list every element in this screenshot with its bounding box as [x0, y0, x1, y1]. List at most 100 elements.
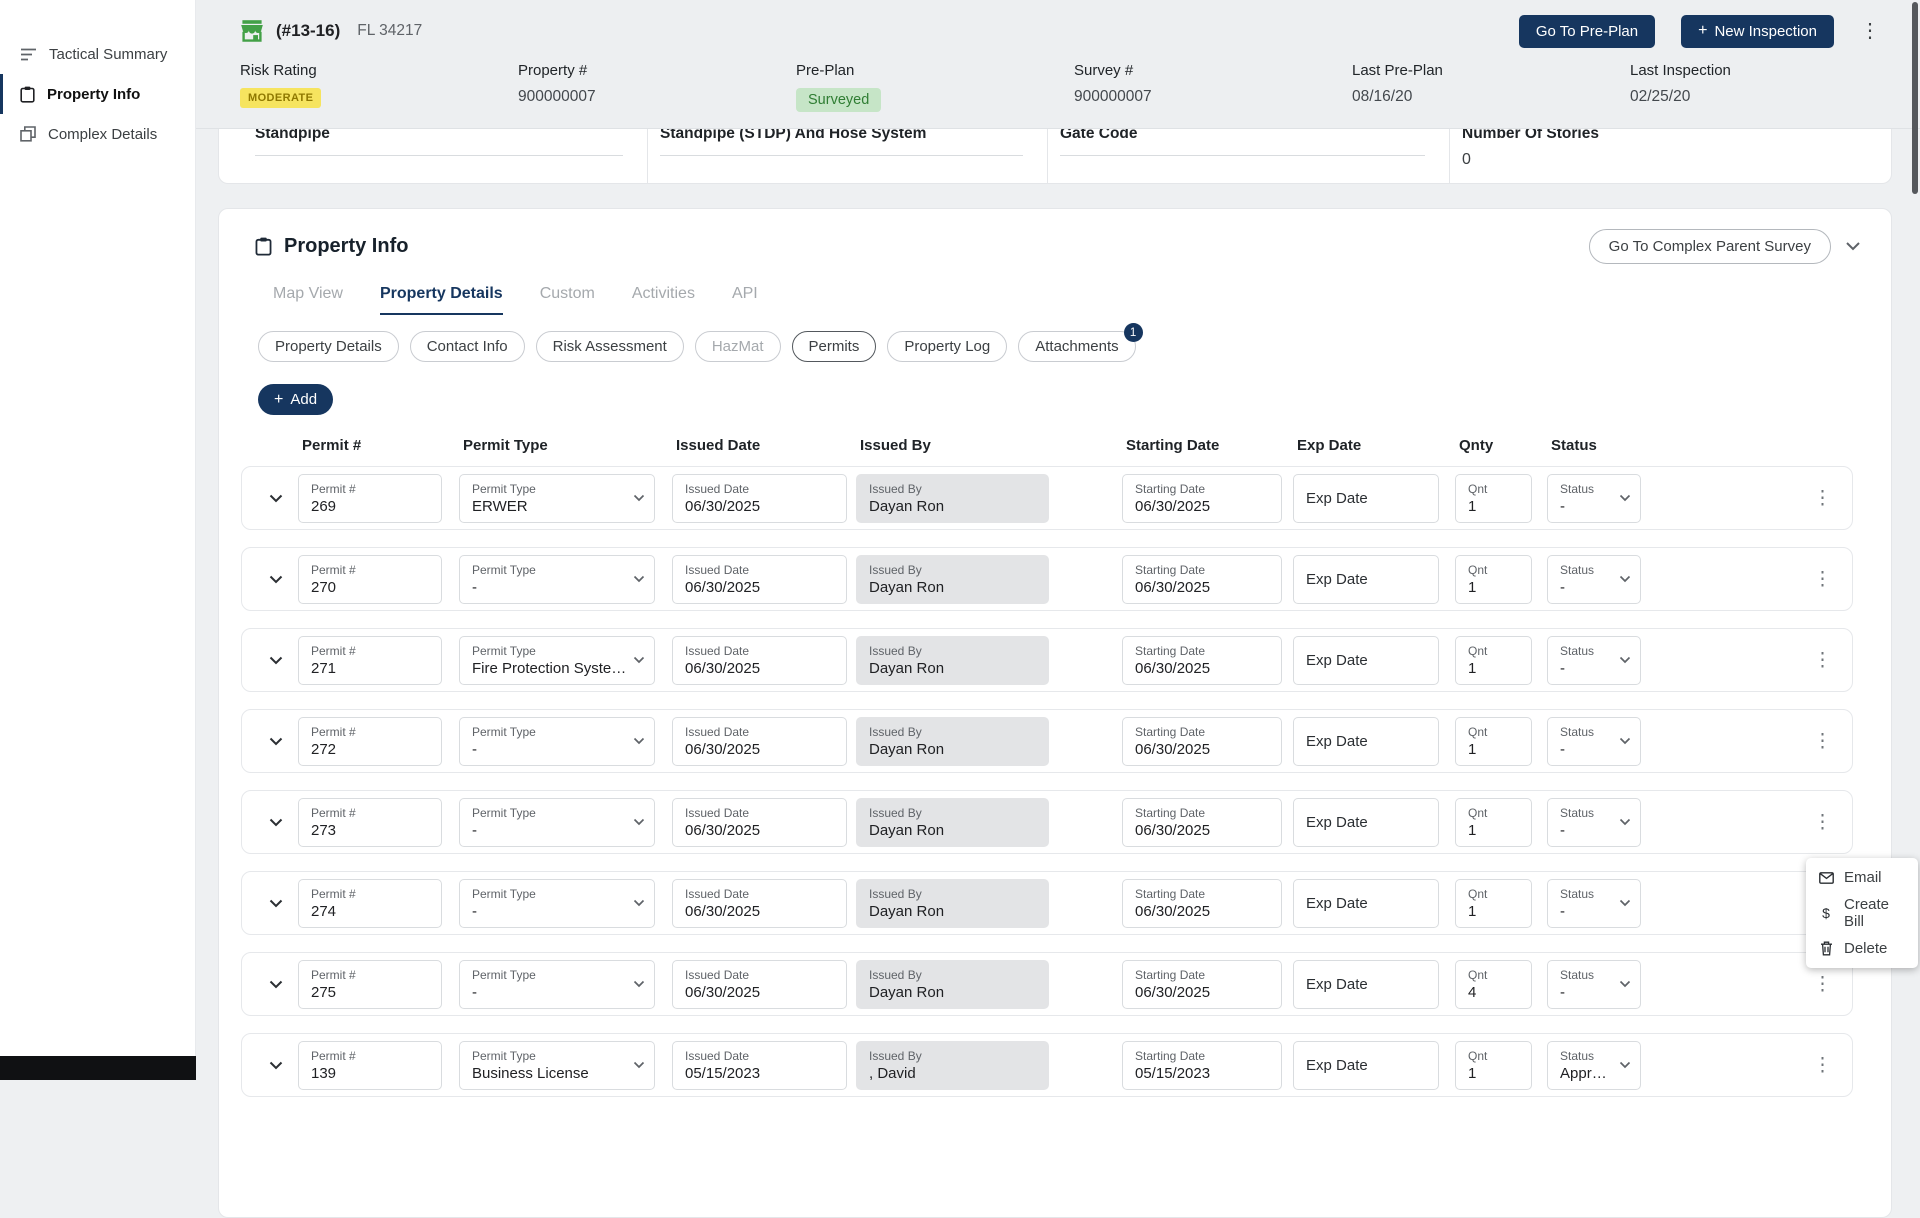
qnt-field[interactable]: Qnt 1 [1455, 878, 1532, 928]
row-menu-button[interactable]: ⋮ [1813, 975, 1832, 994]
go-to-preplan-button[interactable]: Go To Pre-Plan [1518, 14, 1656, 48]
tab[interactable]: Activities [632, 285, 695, 315]
status-select[interactable]: Status - [1547, 473, 1641, 523]
scrollbar-thumb[interactable] [1912, 2, 1918, 194]
permit-number-field[interactable]: Permit # 270 [298, 554, 442, 604]
qnt-field[interactable]: Qnt 1 [1455, 635, 1532, 685]
context-menu-item-email[interactable]: Email [1806, 864, 1918, 891]
issued-date-field[interactable]: Issued Date 06/30/2025 [672, 716, 847, 766]
permit-number-field[interactable]: Permit # 275 [298, 959, 442, 1009]
sidebar-item-complex-details[interactable]: Complex Details [0, 114, 195, 154]
starting-date-field[interactable]: Starting Date 06/30/2025 [1122, 716, 1282, 766]
permit-type-select[interactable]: Permit Type Fire Protection Systems P... [459, 635, 655, 685]
qnt-field[interactable]: Qnt 1 [1455, 797, 1532, 847]
permit-type-select[interactable]: Permit Type ERWER [459, 473, 655, 523]
starting-date-field[interactable]: Starting Date 06/30/2025 [1122, 473, 1282, 523]
status-select[interactable]: Status - [1547, 554, 1641, 604]
subtab-chip[interactable]: Property Log [887, 331, 1008, 362]
header-field-label: Last Inspection [1630, 62, 1731, 79]
status-select[interactable]: Status - [1547, 878, 1641, 928]
row-expand-button[interactable] [264, 486, 288, 510]
context-menu-item-delete[interactable]: Delete [1806, 935, 1918, 962]
issued-date-field[interactable]: Issued Date 06/30/2025 [672, 554, 847, 604]
issued-date-field[interactable]: Issued Date 06/30/2025 [672, 959, 847, 1009]
row-expand-button[interactable] [264, 891, 288, 915]
subtab-chip[interactable]: Contact Info [409, 331, 525, 362]
exp-date-field[interactable]: Exp Date [1293, 473, 1439, 523]
starting-date-field[interactable]: Starting Date 06/30/2025 [1122, 635, 1282, 685]
status-select[interactable]: Status - [1547, 797, 1641, 847]
permit-type-select[interactable]: Permit Type - [459, 716, 655, 766]
tab[interactable]: API [732, 285, 758, 315]
context-menu-item-create-bill[interactable]: $ Create Bill [1806, 891, 1918, 935]
tab[interactable]: Property Details [379, 285, 503, 315]
permit-type-select[interactable]: Permit Type - [459, 959, 655, 1009]
status-select[interactable]: Status - [1547, 716, 1641, 766]
qnt-field[interactable]: Qnt 4 [1455, 959, 1532, 1009]
status-select[interactable]: Status - [1547, 959, 1641, 1009]
permit-number-field[interactable]: Permit # 273 [298, 797, 442, 847]
exp-date-field[interactable]: Exp Date [1293, 635, 1439, 685]
sidebar-item-tactical-summary[interactable]: Tactical Summary [0, 34, 195, 74]
permit-type-select[interactable]: Permit Type - [459, 554, 655, 604]
permit-number-field[interactable]: Permit # 272 [298, 716, 442, 766]
permit-type-select[interactable]: Permit Type - [459, 878, 655, 928]
row-menu-button[interactable]: ⋮ [1813, 651, 1832, 670]
subtab-chip[interactable]: Risk Assessment [535, 331, 684, 362]
row-expand-button[interactable] [264, 972, 288, 996]
exp-date-field[interactable]: Exp Date [1293, 1040, 1439, 1090]
subtab-chip[interactable]: Attachments 1 [1018, 323, 1143, 362]
permit-row: Permit # 270 Permit Type - Issued Date 0… [241, 547, 1853, 611]
starting-date-field[interactable]: Starting Date 06/30/2025 [1122, 797, 1282, 847]
go-to-complex-parent-survey-button[interactable]: Go To Complex Parent Survey [1588, 228, 1831, 264]
subtab-chip[interactable]: Property Details [258, 331, 399, 362]
row-expand-button[interactable] [264, 648, 288, 672]
subtab-chip[interactable]: Permits [791, 331, 877, 362]
status-select[interactable]: Status Approved [1547, 1040, 1641, 1090]
qnt-field[interactable]: Qnt 1 [1455, 554, 1532, 604]
add-permit-button[interactable]: + Add [258, 384, 334, 415]
sidebar-item-label: Tactical Summary [49, 45, 168, 63]
row-menu-button[interactable]: ⋮ [1813, 570, 1832, 589]
issued-date-field[interactable]: Issued Date 06/30/2025 [672, 473, 847, 523]
row-expand-button[interactable] [264, 567, 288, 591]
starting-date-field[interactable]: Starting Date 06/30/2025 [1122, 878, 1282, 928]
starting-date-field[interactable]: Starting Date 05/15/2023 [1122, 1040, 1282, 1090]
row-expand-button[interactable] [264, 810, 288, 834]
tab[interactable]: Custom [540, 285, 595, 315]
exp-date-field[interactable]: Exp Date [1293, 554, 1439, 604]
tab[interactable]: Map View [273, 285, 343, 315]
permit-type-select[interactable]: Permit Type - [459, 797, 655, 847]
row-menu-button[interactable]: ⋮ [1813, 732, 1832, 751]
qnt-field[interactable]: Qnt 1 [1455, 1040, 1532, 1090]
row-expand-button[interactable] [264, 1053, 288, 1077]
starting-date-field[interactable]: Starting Date 06/30/2025 [1122, 959, 1282, 1009]
permit-number-field[interactable]: Permit # 139 [298, 1040, 442, 1090]
qnt-field[interactable]: Qnt 1 [1455, 473, 1532, 523]
row-expand-button[interactable] [264, 729, 288, 753]
subtab-chip[interactable]: HazMat [694, 331, 781, 362]
permit-number-field[interactable]: Permit # 271 [298, 635, 442, 685]
issued-date-field[interactable]: Issued Date 06/30/2025 [672, 635, 847, 685]
collapse-card-button[interactable] [1845, 241, 1861, 251]
sidebar-item-property-info[interactable]: Property Info [0, 74, 195, 114]
row-menu-button[interactable]: ⋮ [1813, 1056, 1832, 1075]
permit-number-field[interactable]: Permit # 269 [298, 473, 442, 523]
row-menu-button[interactable]: ⋮ [1813, 813, 1832, 832]
property-info-icon [20, 86, 35, 103]
issued-date-field[interactable]: Issued Date 06/30/2025 [672, 797, 847, 847]
exp-date-field[interactable]: Exp Date [1293, 797, 1439, 847]
issued-date-field[interactable]: Issued Date 06/30/2025 [672, 878, 847, 928]
status-select[interactable]: Status - [1547, 635, 1641, 685]
exp-date-field[interactable]: Exp Date [1293, 878, 1439, 928]
permit-number-field[interactable]: Permit # 274 [298, 878, 442, 928]
qnt-field[interactable]: Qnt 1 [1455, 716, 1532, 766]
issued-date-field[interactable]: Issued Date 05/15/2023 [672, 1040, 847, 1090]
permit-type-select[interactable]: Permit Type Business License [459, 1040, 655, 1090]
exp-date-field[interactable]: Exp Date [1293, 716, 1439, 766]
row-menu-button[interactable]: ⋮ [1813, 489, 1832, 508]
new-inspection-button[interactable]: + New Inspection [1681, 14, 1834, 48]
header-menu-button[interactable]: ⋮ [1860, 21, 1880, 41]
starting-date-field[interactable]: Starting Date 06/30/2025 [1122, 554, 1282, 604]
exp-date-field[interactable]: Exp Date [1293, 959, 1439, 1009]
